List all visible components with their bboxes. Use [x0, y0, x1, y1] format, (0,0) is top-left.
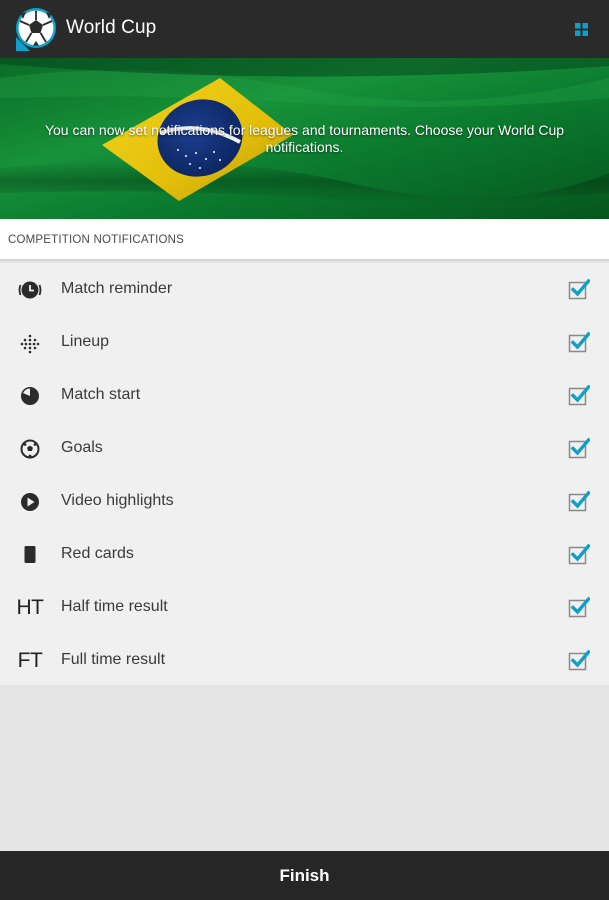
notification-label: Match reminder [61, 280, 173, 297]
notification-label: Red cards [61, 545, 134, 562]
grid-menu-button[interactable] [568, 16, 594, 42]
checkbox-checked[interactable] [568, 649, 590, 671]
play-icon [16, 488, 44, 516]
notification-row-video-highlights[interactable]: Video highlights [0, 475, 609, 528]
checkbox-checked[interactable] [568, 490, 590, 512]
checkbox-checked[interactable] [568, 278, 590, 300]
notification-row-lineup[interactable]: Lineup [0, 316, 609, 369]
notification-list: Match reminder Lineup Match start Goals … [0, 263, 609, 685]
goal-ball-icon [16, 435, 44, 463]
banner-message: You can now set notifications for league… [44, 122, 565, 155]
notification-label: Full time result [61, 651, 166, 668]
app-root: World Cup You can now set notifications … [0, 0, 609, 900]
notification-label: Goals [61, 439, 103, 456]
notification-label: Video highlights [61, 492, 174, 509]
match-start-icon [16, 382, 44, 410]
notification-label: Lineup [61, 333, 110, 350]
notification-row-half-time-result[interactable]: HT Half time result [0, 581, 609, 634]
checkbox-checked[interactable] [568, 331, 590, 353]
finish-button[interactable]: Finish [0, 851, 609, 900]
notification-row-red-cards[interactable]: Red cards [0, 528, 609, 581]
checkbox-checked[interactable] [568, 437, 590, 459]
half-time-icon: HT [16, 596, 45, 619]
action-bar: World Cup [0, 0, 609, 58]
notification-row-match-reminder[interactable]: Match reminder [0, 263, 609, 316]
checkbox-checked[interactable] [568, 596, 590, 618]
lineup-icon [16, 329, 44, 357]
soccer-ball-logo-icon[interactable] [12, 7, 58, 53]
finish-label: Finish [279, 865, 330, 885]
red-card-icon [16, 541, 44, 569]
notification-row-match-start[interactable]: Match start [0, 369, 609, 422]
section-title: COMPETITION NOTIFICATIONS [8, 234, 185, 246]
section-header: COMPETITION NOTIFICATIONS [0, 219, 609, 261]
clock-alarm-icon [16, 276, 44, 304]
notification-row-goals[interactable]: Goals [0, 422, 609, 475]
checkbox-checked[interactable] [568, 384, 590, 406]
checkbox-checked[interactable] [568, 543, 590, 565]
notification-row-full-time-result[interactable]: FT Full time result [0, 634, 609, 687]
banner: You can now set notifications for league… [0, 58, 609, 219]
empty-area [0, 685, 609, 851]
notification-label: Match start [61, 386, 141, 403]
full-time-icon: FT [17, 649, 43, 672]
notification-label: Half time result [61, 598, 168, 615]
grid-icon [574, 22, 588, 36]
app-title: World Cup [66, 17, 157, 38]
